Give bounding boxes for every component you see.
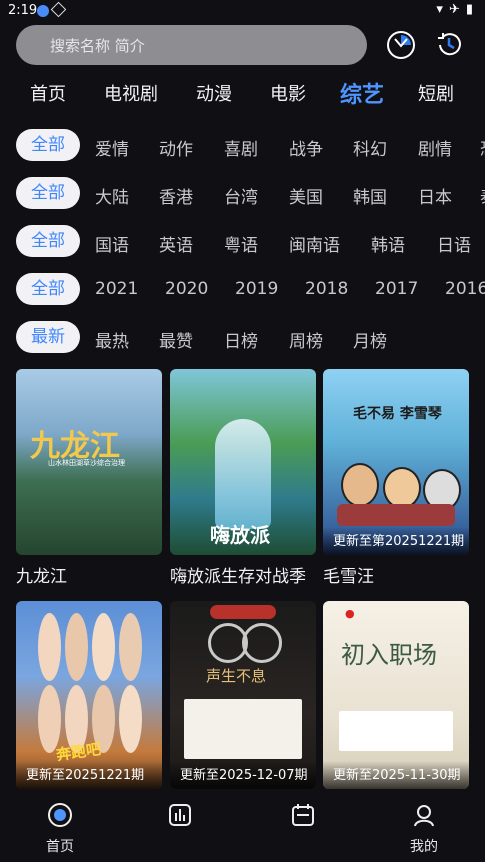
search-bar[interactable]: 搜索名称 简介	[16, 25, 367, 65]
filter-row-year: 全部 2021 2020 2019 2018 2017 2016	[0, 273, 485, 307]
filter-option[interactable]: 粤语	[224, 231, 258, 256]
poster-title: 初入职场	[341, 641, 437, 669]
filter-row-genre: 全部 爱情 动作 喜剧 战争 科幻 剧情 恐	[0, 129, 485, 163]
filter-option[interactable]: 2018	[305, 279, 348, 299]
bottom-nav-schedule[interactable]	[273, 802, 333, 836]
filter-option[interactable]: 爱情	[95, 135, 129, 160]
poster-image[interactable]: 声生不息 更新至2025-12-07期	[170, 601, 316, 789]
filter-option[interactable]: 美国	[289, 183, 323, 208]
bottom-nav-ranking[interactable]	[150, 802, 210, 836]
filter-option[interactable]: 科幻	[353, 135, 387, 160]
filter-row-language: 全部 国语 英语 粤语 闽南语 韩语 日语	[0, 225, 485, 259]
filter-option[interactable]: 战争	[289, 135, 323, 160]
filter-option[interactable]: 2019	[235, 279, 278, 299]
poster-image[interactable]: 奔跑吧 更新至20251221期	[16, 601, 162, 789]
filter-option[interactable]: 周榜	[289, 327, 323, 352]
bottom-nav-label: 我的	[410, 839, 438, 855]
filter-chip-selected[interactable]: 最新	[16, 321, 80, 353]
filter-option[interactable]: 香港	[159, 183, 193, 208]
update-badge: 更新至2025-12-07期	[170, 761, 316, 789]
poster-title: 声生不息	[206, 667, 267, 685]
battery-icon: ▮	[465, 2, 473, 17]
bottom-nav-label: 首页	[46, 839, 74, 855]
filter-option[interactable]: 喜剧	[224, 135, 258, 160]
card-title: 毛雪汪	[323, 567, 374, 587]
status-bar: 2:19 ▾ ✈ ▮	[0, 0, 485, 22]
tab-tv-series[interactable]: 电视剧	[104, 80, 158, 106]
filter-option[interactable]: 日语	[437, 231, 471, 256]
download-icon[interactable]	[386, 30, 416, 60]
status-time: 2:19	[8, 3, 38, 18]
chart-icon	[169, 804, 191, 826]
home-icon	[48, 803, 72, 827]
filter-option[interactable]: 韩国	[353, 183, 387, 208]
airplane-icon: ✈	[448, 2, 460, 17]
update-badge: 更新至20251221期	[16, 761, 162, 789]
filter-option[interactable]: 日本	[418, 183, 452, 208]
notification-icon	[37, 5, 49, 17]
search-placeholder: 搜索名称 简介	[50, 37, 145, 55]
filter-option[interactable]: 大陆	[95, 183, 129, 208]
filter-option[interactable]: 2020	[165, 279, 208, 299]
poster-image[interactable]: ● 初入职场 更新至2025-11-30期	[323, 601, 469, 789]
tab-short-drama[interactable]: 短剧	[418, 80, 454, 106]
status-icons: ▾ ✈ ▮	[436, 2, 473, 17]
app-cube-icon	[50, 1, 67, 18]
tab-anime[interactable]: 动漫	[196, 80, 232, 106]
filter-option[interactable]: 月榜	[353, 327, 387, 352]
filter-option[interactable]: 台湾	[224, 183, 258, 208]
update-badge: 更新至2025-11-30期	[323, 761, 469, 789]
filter-option[interactable]: 2017	[375, 279, 418, 299]
filter-option[interactable]: 剧情	[418, 135, 452, 160]
bottom-nav-home[interactable]: 首页	[30, 802, 90, 856]
bottom-nav-profile[interactable]: 我的	[394, 802, 454, 856]
filter-option[interactable]: 英语	[159, 231, 193, 256]
history-icon[interactable]	[434, 30, 464, 60]
bottom-nav: 首页 我的	[0, 792, 485, 862]
filter-option[interactable]: 2021	[95, 279, 138, 299]
filter-chip-selected[interactable]: 全部	[16, 177, 80, 209]
category-tabs: 首页 电视剧 动漫 电影 综艺 短剧	[0, 80, 485, 110]
poster-title: 嗨放派	[210, 523, 270, 547]
wifi-icon: ▾	[436, 2, 443, 17]
poster-subtitle: 山水林田湖草沙综合治理	[48, 459, 125, 467]
poster-image[interactable]: 毛不易 李雪琴 更新至第20251221期	[323, 369, 469, 555]
filter-option[interactable]: 最热	[95, 327, 129, 352]
tab-movies[interactable]: 电影	[270, 80, 306, 106]
filter-option[interactable]: 最赞	[159, 327, 193, 352]
filter-option[interactable]: 日榜	[224, 327, 258, 352]
filter-chip-selected[interactable]: 全部	[16, 273, 80, 305]
filter-option[interactable]: 恐	[480, 135, 485, 160]
profile-icon	[414, 805, 434, 827]
tab-variety[interactable]: 综艺	[340, 77, 384, 109]
filter-option[interactable]: 泰	[480, 183, 485, 208]
filter-option[interactable]: 国语	[95, 231, 129, 256]
filter-chip-selected[interactable]: 全部	[16, 225, 80, 257]
card-title: 九龙江	[16, 567, 67, 587]
calendar-icon	[292, 804, 314, 826]
filter-option[interactable]: 动作	[159, 135, 193, 160]
update-badge: 更新至第20251221期	[323, 527, 469, 555]
filter-option[interactable]: 韩语	[371, 231, 405, 256]
poster-title: 毛不易 李雪琴	[353, 406, 442, 422]
tab-home[interactable]: 首页	[30, 80, 66, 106]
filter-row-sort: 最新 最热 最赞 日榜 周榜 月榜	[0, 321, 485, 355]
card-title: 嗨放派生存对战季	[170, 567, 306, 587]
filter-option[interactable]: 2016	[445, 279, 485, 299]
poster-image[interactable]: 嗨放派	[170, 369, 316, 555]
filter-option[interactable]: 闽南语	[289, 231, 340, 256]
filter-chip-selected[interactable]: 全部	[16, 129, 80, 161]
poster-image[interactable]: 九龙江 山水林田湖草沙综合治理	[16, 369, 162, 555]
filter-row-region: 全部 大陆 香港 台湾 美国 韩国 日本 泰	[0, 177, 485, 211]
